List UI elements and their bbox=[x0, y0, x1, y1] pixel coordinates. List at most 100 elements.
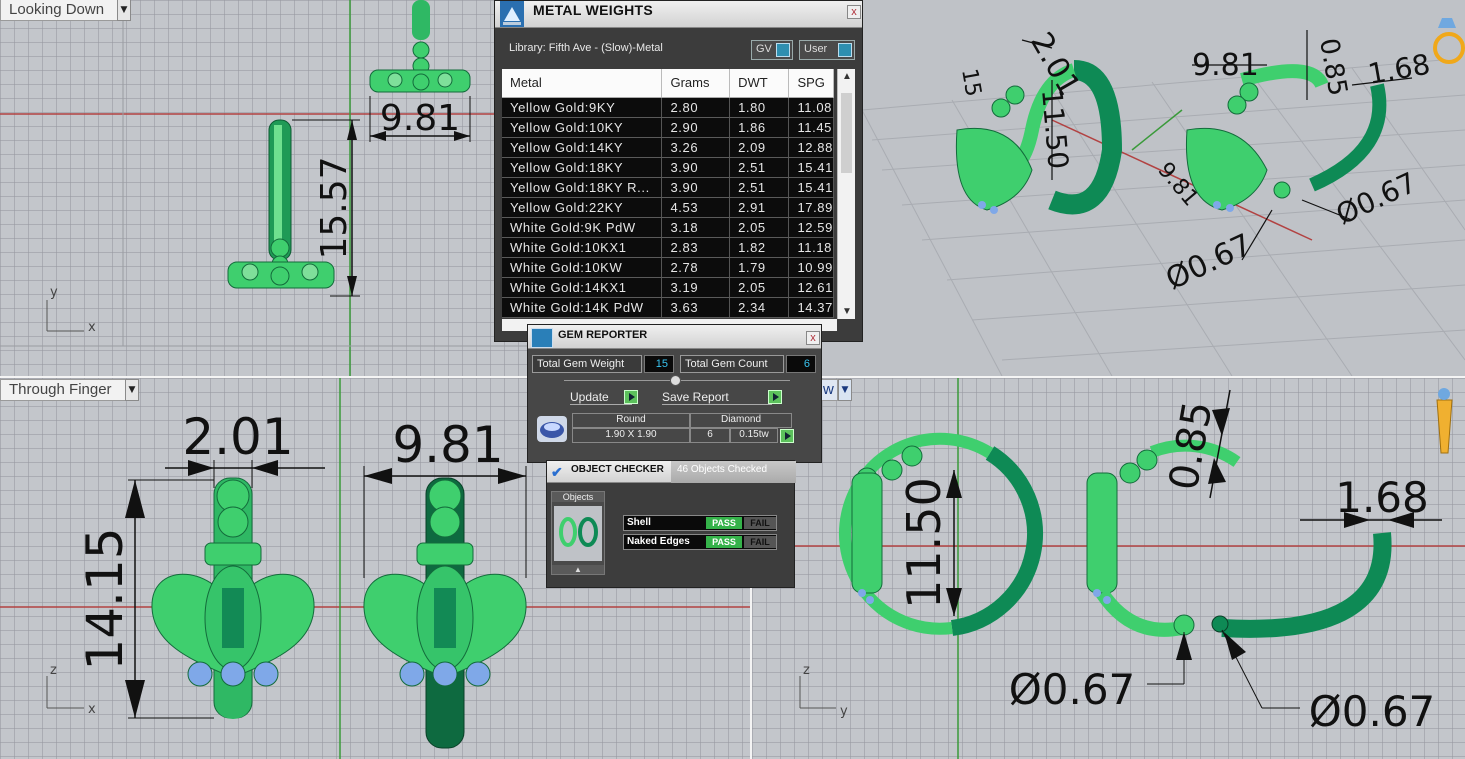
grams-cell: 3.63 bbox=[661, 297, 731, 318]
dwt-cell: 2.05 bbox=[729, 217, 790, 238]
viewport-menu-chevron-icon[interactable]: ▼ bbox=[117, 0, 131, 21]
metal-weights-header[interactable]: METAL WEIGHTS bbox=[495, 1, 862, 28]
spg-cell: 10.99 bbox=[788, 257, 834, 278]
dwt-cell: 2.34 bbox=[729, 297, 790, 318]
dwt-cell: 2.91 bbox=[729, 197, 790, 218]
grams-cell: 4.53 bbox=[661, 197, 731, 218]
gem-reporter-panel: GEM REPORTER x Total Gem Weight 15 Total… bbox=[527, 324, 822, 463]
grams-cell: 2.83 bbox=[661, 237, 731, 258]
update-play-icon[interactable] bbox=[624, 390, 638, 404]
viewport-title-side[interactable]: w bbox=[820, 379, 838, 401]
total-gem-weight-value: 15 bbox=[644, 355, 674, 373]
naked-edges-pass-badge[interactable]: PASS bbox=[706, 536, 742, 548]
gem-type: Diamond bbox=[690, 413, 792, 428]
grams-cell: 3.18 bbox=[661, 217, 731, 238]
dwt-cell: 1.80 bbox=[729, 97, 790, 118]
table-row[interactable]: White Gold:10KX1 2.83 1.82 11.18 bbox=[502, 237, 834, 258]
spg-cell: 11.45 bbox=[788, 117, 834, 138]
table-row[interactable]: Yellow Gold:22KY 4.53 2.91 17.89 bbox=[502, 197, 834, 218]
slider-knob[interactable] bbox=[670, 375, 681, 386]
column-header-grams[interactable]: Grams bbox=[661, 69, 731, 98]
grams-cell: 2.78 bbox=[661, 257, 731, 278]
update-button[interactable]: Update bbox=[570, 390, 632, 405]
dim-persp-8: Ø0.67 bbox=[1161, 227, 1258, 297]
axis-y-label-br: y bbox=[840, 704, 848, 719]
gem-list-item[interactable]: Round 1.90 X 1.90 Diamond 6 0.15tw bbox=[534, 413, 796, 445]
save-play-icon[interactable] bbox=[768, 390, 782, 404]
metal-weights-title: METAL WEIGHTS bbox=[533, 2, 654, 18]
total-gem-count-label: Total Gem Count bbox=[680, 355, 784, 373]
dim-hole-1: Ø0.67 bbox=[1009, 665, 1136, 714]
ring-front-view-b bbox=[363, 477, 527, 749]
scroll-down-icon[interactable]: ▼ bbox=[842, 306, 852, 317]
objects-checked-tab[interactable]: 46 Objects Checked bbox=[671, 461, 796, 483]
scroll-thumb[interactable] bbox=[841, 93, 852, 173]
table-row[interactable]: Yellow Gold:10KY 2.90 1.86 11.45 bbox=[502, 117, 834, 138]
naked-edges-fail-badge[interactable]: FAIL bbox=[744, 536, 776, 548]
viewport-title-looking-down[interactable]: Looking Down bbox=[0, 0, 118, 21]
check-shell-label: Shell bbox=[627, 517, 651, 528]
gem-report-icon bbox=[531, 328, 553, 348]
total-gem-count-value: 6 bbox=[786, 355, 816, 373]
dim-persp-3: 0.85 bbox=[1313, 36, 1353, 98]
objects-preview[interactable]: Objects ▲ bbox=[551, 491, 605, 575]
close-icon[interactable]: x bbox=[847, 5, 861, 19]
object-checker-title: OBJECT CHECKER bbox=[571, 464, 664, 475]
scroll-up-icon[interactable]: ▲ bbox=[842, 71, 852, 82]
side-view-scene: 11.50 0.85 1.68 Ø0.67 Ø0.67 y z bbox=[752, 378, 1465, 759]
column-header-spg[interactable]: SPG bbox=[788, 69, 834, 98]
table-row[interactable]: Yellow Gold:18KY 3.90 2.51 15.41 bbox=[502, 157, 834, 178]
viewport-side[interactable]: 11.50 0.85 1.68 Ø0.67 Ø0.67 y z w ▼ bbox=[752, 378, 1465, 759]
gem-play-icon[interactable] bbox=[780, 429, 794, 443]
viewport-menu-chevron-icon[interactable]: ▼ bbox=[125, 379, 139, 401]
dim-width-a: 2.01 bbox=[182, 408, 293, 466]
dwt-cell: 2.51 bbox=[729, 157, 790, 178]
close-icon[interactable]: x bbox=[806, 331, 820, 345]
table-header-row: Metal Grams DWT SPG bbox=[502, 69, 834, 98]
save-report-button[interactable]: Save Report bbox=[662, 390, 772, 405]
object-checker-header[interactable]: ✔ OBJECT CHECKER 46 Objects Checked bbox=[547, 461, 796, 483]
axis-y-label: y bbox=[50, 285, 58, 300]
shell-pass-badge[interactable]: PASS bbox=[706, 517, 742, 529]
top-view-ring-upper bbox=[369, 0, 471, 93]
toggle-icon bbox=[776, 43, 790, 57]
table-scrollbar[interactable]: ▲ ▼ bbox=[837, 69, 855, 319]
metal-name-cell: White Gold:14K PdW bbox=[502, 297, 663, 318]
table-row[interactable]: White Gold:14KX1 3.19 2.05 12.61 bbox=[502, 277, 834, 298]
total-gem-weight-label: Total Gem Weight bbox=[532, 355, 642, 373]
dim-width-b: 9.81 bbox=[392, 416, 503, 474]
metal-weights-table: Metal Grams DWT SPG Yellow Gold:9KY 2.80 1… bbox=[502, 69, 834, 318]
gv-label: GV bbox=[756, 43, 772, 55]
table-row[interactable]: White Gold:9K PdW 3.18 2.05 12.59 bbox=[502, 217, 834, 238]
table-row[interactable]: Yellow Gold:9KY 2.80 1.80 11.08 bbox=[502, 97, 834, 118]
metal-name-cell: White Gold:10KW bbox=[502, 257, 663, 278]
column-header-metal[interactable]: Metal bbox=[502, 69, 663, 98]
grams-cell: 3.90 bbox=[661, 177, 731, 198]
user-toggle[interactable]: User bbox=[799, 40, 855, 60]
viewport-menu-chevron-icon[interactable]: ▼ bbox=[838, 379, 852, 401]
table-row[interactable]: White Gold:14K PdW 3.63 2.34 14.37 bbox=[502, 297, 834, 318]
dwt-cell: 2.51 bbox=[729, 177, 790, 198]
scale-icon bbox=[500, 1, 524, 27]
dim-band-side: 1.68 bbox=[1335, 473, 1429, 522]
expand-up-icon[interactable]: ▲ bbox=[552, 565, 604, 574]
rhino-jewelry-workspace: 9.81 15.57 x y Looking Down ▼ 2.01 9.81 … bbox=[0, 0, 1465, 759]
render-lamp-icon[interactable] bbox=[1436, 388, 1453, 454]
ring-shaded-icon[interactable] bbox=[1433, 18, 1465, 64]
gem-reporter-header[interactable]: GEM REPORTER bbox=[528, 325, 821, 349]
gem-count: 6 bbox=[690, 428, 730, 443]
table-row[interactable]: Yellow Gold:14KY 3.26 2.09 12.88 bbox=[502, 137, 834, 158]
gv-toggle[interactable]: GV bbox=[751, 40, 793, 60]
table-row[interactable]: White Gold:10KW 2.78 1.79 10.99 bbox=[502, 257, 834, 278]
viewport-title-through-finger[interactable]: Through Finger bbox=[0, 379, 126, 401]
checkmark-icon: ✔ bbox=[551, 464, 563, 480]
spg-cell: 15.41 bbox=[788, 177, 834, 198]
metal-name-cell: Yellow Gold:10KY bbox=[502, 117, 663, 138]
table-row[interactable]: Yellow Gold:18KY R... 3.90 2.51 15.41 bbox=[502, 177, 834, 198]
gem-size: 1.90 X 1.90 bbox=[572, 428, 690, 443]
column-header-dwt[interactable]: DWT bbox=[729, 69, 790, 98]
dwt-cell: 1.86 bbox=[729, 117, 790, 138]
dim-hole-2: Ø0.67 bbox=[1309, 687, 1436, 736]
shell-fail-badge[interactable]: FAIL bbox=[744, 517, 776, 529]
ring-front-view-a bbox=[151, 477, 315, 719]
